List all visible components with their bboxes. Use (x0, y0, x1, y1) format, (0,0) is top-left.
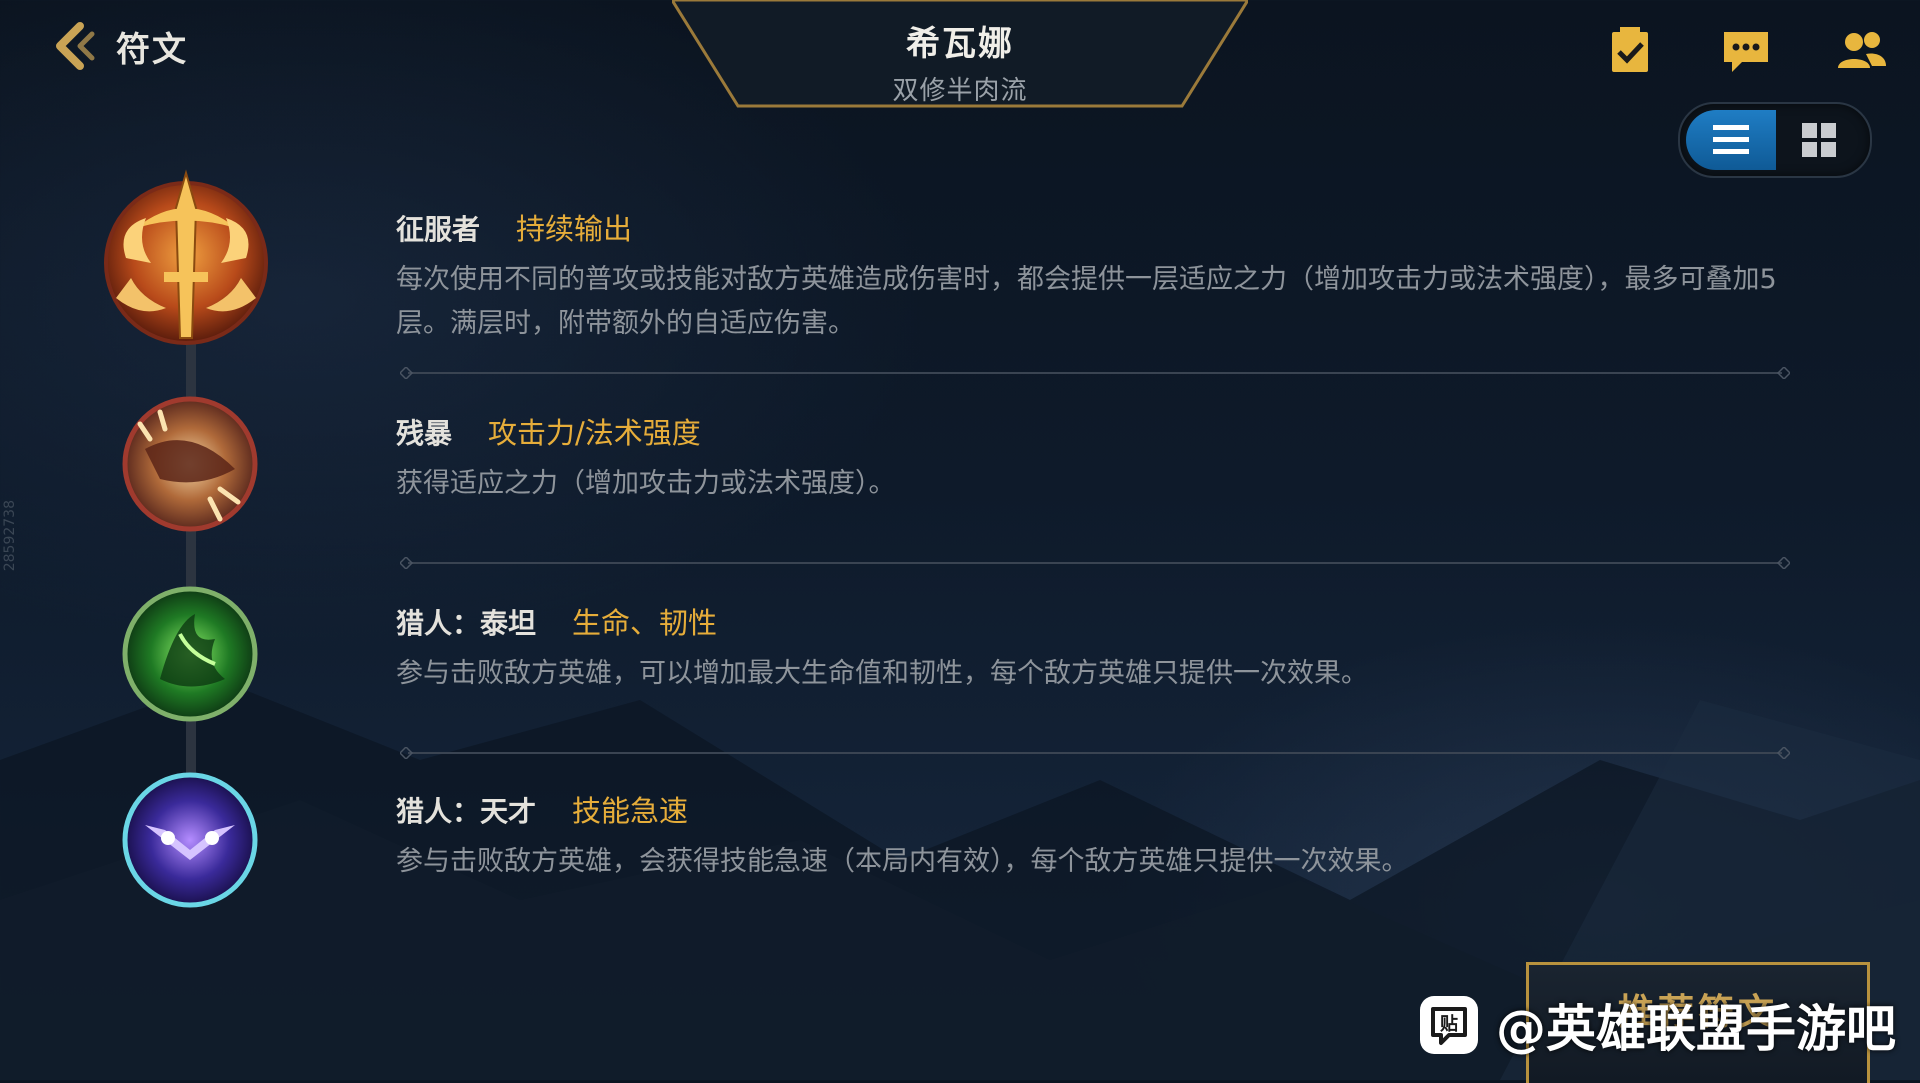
conqueror-rune-icon (104, 169, 268, 345)
side-id: 28592738 (2, 500, 18, 572)
grid-view-button[interactable] (1774, 110, 1864, 170)
hunter-genius-rune-icon (122, 772, 258, 908)
rune-slot-1[interactable] (96, 168, 276, 348)
list-view-icon (1713, 125, 1749, 154)
rune-tag: 技能急速 (572, 794, 689, 828)
page-title: 符文 (116, 29, 188, 70)
chat-button[interactable] (1720, 24, 1772, 76)
view-toggle[interactable] (1678, 102, 1872, 178)
rune-tag: 持续输出 (516, 212, 633, 246)
rune-name: 猎人：天才 (396, 795, 537, 828)
rune-description: 每次使用不同的普攻或技能对敌方英雄造成伤害时，都会提供一层适应之力（增加攻击力或… (396, 264, 1777, 339)
chat-icon (1724, 32, 1768, 72)
task-button[interactable] (1604, 24, 1656, 76)
friends-icon (1838, 32, 1886, 68)
rune-description: 获得适应之力（增加攻击力或法术强度）。 (396, 468, 896, 499)
task-icon (1612, 27, 1648, 72)
build-name: 双修半肉流 (892, 76, 1028, 106)
watermark-text: @英雄联盟手游吧 (1496, 1000, 1896, 1058)
rune-slot-2[interactable] (120, 394, 260, 534)
background-mountains (0, 680, 1920, 1080)
rune-slot-4[interactable] (120, 770, 260, 910)
rune-info-1: 征服者 持续输出 每次使用不同的普攻或技能对敌方英雄造成伤害时，都会提供一层适应… (396, 206, 1796, 346)
list-view-button[interactable] (1686, 110, 1776, 170)
champion-name: 希瓦娜 (906, 24, 1014, 64)
rune-name: 征服者 (396, 213, 481, 246)
hunter-titan-rune-icon (122, 586, 258, 722)
divider (398, 554, 1792, 571)
rune-tag: 生命、韧性 (572, 606, 718, 640)
rune-description: 参与击败敌方英雄，可以增加最大生命值和韧性，每个敌方英雄只提供一次效果。 (396, 658, 1368, 689)
friends-button[interactable] (1836, 24, 1888, 76)
champion-banner: 希瓦娜 双修半肉流 (672, 0, 1248, 110)
brutal-rune-icon (122, 396, 258, 532)
grid-view-icon (1802, 123, 1836, 157)
rune-info-4: 猎人：天才 技能急速 参与击败敌方英雄，会获得技能急速（本局内有效），每个敌方英… (396, 788, 1796, 884)
tieba-logo-icon: 贴 (1420, 996, 1478, 1054)
rune-info-2: 残暴 攻击力/法术强度 获得适应之力（增加攻击力或法术强度）。 (396, 410, 1796, 506)
divider (398, 744, 1792, 761)
rune-tag: 攻击力/法术强度 (488, 416, 701, 450)
svg-text:贴: 贴 (1440, 1013, 1458, 1035)
divider (398, 364, 1792, 381)
back-button[interactable]: 符文 (46, 18, 188, 74)
rune-description: 参与击败敌方英雄，会获得技能急速（本局内有效），每个敌方英雄只提供一次效果。 (396, 846, 1409, 877)
rune-connector (186, 300, 196, 840)
back-arrow-icon (56, 22, 95, 70)
rune-slot-3[interactable] (120, 584, 260, 724)
rune-name: 猎人：泰坦 (396, 607, 537, 640)
watermark: 贴 @英雄联盟手游吧 (1420, 990, 1896, 1060)
rune-name: 残暴 (396, 417, 453, 450)
rune-info-3: 猎人：泰坦 生命、韧性 参与击败敌方英雄，可以增加最大生命值和韧性，每个敌方英雄… (396, 600, 1796, 696)
